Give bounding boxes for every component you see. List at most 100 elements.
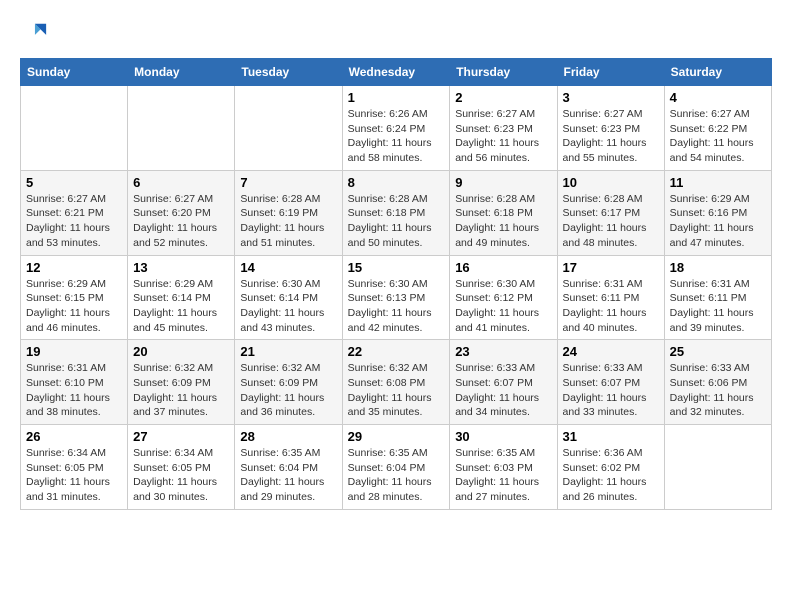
day-number: 18: [670, 260, 766, 275]
day-cell: 8 Sunrise: 6:28 AM Sunset: 6:18 PM Daylig…: [342, 170, 450, 255]
day-cell: 5Sunrise: 6:27 AM Sunset: 6:21 PM Daylig…: [21, 170, 128, 255]
day-info: Sunrise: 6:29 AM Sunset: 6:14 PM Dayligh…: [133, 277, 229, 336]
day-number: 15: [348, 260, 445, 275]
day-info: Sunrise: 6:30 AM Sunset: 6:14 PM Dayligh…: [240, 277, 336, 336]
day-info: Sunrise: 6:32 AM Sunset: 6:09 PM Dayligh…: [133, 361, 229, 420]
day-info: Sunrise: 6:35 AM Sunset: 6:04 PM Dayligh…: [348, 446, 445, 505]
header-row: SundayMondayTuesdayWednesdayThursdayFrid…: [21, 59, 772, 86]
day-cell: 27 Sunrise: 6:34 AM Sunset: 6:05 PM Dayli…: [128, 425, 235, 510]
day-cell: 18 Sunrise: 6:31 AM Sunset: 6:11 PM Dayli…: [664, 255, 771, 340]
day-cell: 10Sunrise: 6:28 AM Sunset: 6:17 PM Dayli…: [557, 170, 664, 255]
day-info: Sunrise: 6:33 AM Sunset: 6:07 PM Dayligh…: [455, 361, 551, 420]
day-number: 23: [455, 344, 551, 359]
week-row-3: 12 Sunrise: 6:29 AM Sunset: 6:15 PM Dayli…: [21, 255, 772, 340]
day-number: 2: [455, 90, 551, 105]
day-info: Sunrise: 6:30 AM Sunset: 6:13 PM Dayligh…: [348, 277, 445, 336]
day-header-saturday: Saturday: [664, 59, 771, 86]
day-cell: 20 Sunrise: 6:32 AM Sunset: 6:09 PM Dayli…: [128, 340, 235, 425]
day-number: 29: [348, 429, 445, 444]
day-number: 22: [348, 344, 445, 359]
day-cell: 30Sunrise: 6:35 AM Sunset: 6:03 PM Dayli…: [450, 425, 557, 510]
calendar-table: SundayMondayTuesdayWednesdayThursdayFrid…: [20, 58, 772, 510]
day-number: 25: [670, 344, 766, 359]
day-header-thursday: Thursday: [450, 59, 557, 86]
day-info: Sunrise: 6:31 AM Sunset: 6:11 PM Dayligh…: [563, 277, 659, 336]
day-number: 14: [240, 260, 336, 275]
day-info: Sunrise: 6:34 AM Sunset: 6:05 PM Dayligh…: [133, 446, 229, 505]
page-header: [20, 20, 772, 48]
day-info: Sunrise: 6:32 AM Sunset: 6:08 PM Dayligh…: [348, 361, 445, 420]
day-cell: 14 Sunrise: 6:30 AM Sunset: 6:14 PM Dayli…: [235, 255, 342, 340]
day-info: Sunrise: 6:31 AM Sunset: 6:11 PM Dayligh…: [670, 277, 766, 336]
day-info: Sunrise: 6:29 AM Sunset: 6:16 PM Dayligh…: [670, 192, 766, 251]
day-cell: 12 Sunrise: 6:29 AM Sunset: 6:15 PM Dayli…: [21, 255, 128, 340]
day-number: 13: [133, 260, 229, 275]
day-number: 1: [348, 90, 445, 105]
day-info: Sunrise: 6:31 AM Sunset: 6:10 PM Dayligh…: [26, 361, 122, 420]
day-cell: 24 Sunrise: 6:33 AM Sunset: 6:07 PM Dayli…: [557, 340, 664, 425]
day-cell: 2 Sunrise: 6:27 AM Sunset: 6:23 PM Daylig…: [450, 86, 557, 171]
day-number: 24: [563, 344, 659, 359]
day-info: Sunrise: 6:35 AM Sunset: 6:04 PM Dayligh…: [240, 446, 336, 505]
day-number: 8: [348, 175, 445, 190]
day-info: Sunrise: 6:27 AM Sunset: 6:20 PM Dayligh…: [133, 192, 229, 251]
day-info: Sunrise: 6:36 AM Sunset: 6:02 PM Dayligh…: [563, 446, 659, 505]
day-info: Sunrise: 6:34 AM Sunset: 6:05 PM Dayligh…: [26, 446, 122, 505]
day-info: Sunrise: 6:27 AM Sunset: 6:23 PM Dayligh…: [563, 107, 659, 166]
day-number: 7: [240, 175, 336, 190]
day-info: Sunrise: 6:35 AM Sunset: 6:03 PM Dayligh…: [455, 446, 551, 505]
week-row-2: 5Sunrise: 6:27 AM Sunset: 6:21 PM Daylig…: [21, 170, 772, 255]
day-info: Sunrise: 6:33 AM Sunset: 6:06 PM Dayligh…: [670, 361, 766, 420]
day-cell: 26 Sunrise: 6:34 AM Sunset: 6:05 PM Dayli…: [21, 425, 128, 510]
day-cell: 13 Sunrise: 6:29 AM Sunset: 6:14 PM Dayli…: [128, 255, 235, 340]
day-cell: [235, 86, 342, 171]
day-header-sunday: Sunday: [21, 59, 128, 86]
day-number: 27: [133, 429, 229, 444]
day-header-monday: Monday: [128, 59, 235, 86]
day-info: Sunrise: 6:28 AM Sunset: 6:18 PM Dayligh…: [348, 192, 445, 251]
day-cell: 29 Sunrise: 6:35 AM Sunset: 6:04 PM Dayli…: [342, 425, 450, 510]
day-number: 21: [240, 344, 336, 359]
day-number: 4: [670, 90, 766, 105]
day-number: 11: [670, 175, 766, 190]
day-cell: 16 Sunrise: 6:30 AM Sunset: 6:12 PM Dayli…: [450, 255, 557, 340]
day-info: Sunrise: 6:26 AM Sunset: 6:24 PM Dayligh…: [348, 107, 445, 166]
day-info: Sunrise: 6:27 AM Sunset: 6:23 PM Dayligh…: [455, 107, 551, 166]
day-header-wednesday: Wednesday: [342, 59, 450, 86]
week-row-4: 19 Sunrise: 6:31 AM Sunset: 6:10 PM Dayli…: [21, 340, 772, 425]
day-number: 31: [563, 429, 659, 444]
day-cell: 22 Sunrise: 6:32 AM Sunset: 6:08 PM Dayli…: [342, 340, 450, 425]
day-info: Sunrise: 6:33 AM Sunset: 6:07 PM Dayligh…: [563, 361, 659, 420]
day-number: 9: [455, 175, 551, 190]
day-cell: 17Sunrise: 6:31 AM Sunset: 6:11 PM Dayli…: [557, 255, 664, 340]
day-info: Sunrise: 6:27 AM Sunset: 6:22 PM Dayligh…: [670, 107, 766, 166]
logo-icon: [20, 20, 48, 48]
day-cell: 21Sunrise: 6:32 AM Sunset: 6:09 PM Dayli…: [235, 340, 342, 425]
day-number: 28: [240, 429, 336, 444]
day-number: 10: [563, 175, 659, 190]
day-number: 19: [26, 344, 122, 359]
day-info: Sunrise: 6:27 AM Sunset: 6:21 PM Dayligh…: [26, 192, 122, 251]
day-cell: 19 Sunrise: 6:31 AM Sunset: 6:10 PM Dayli…: [21, 340, 128, 425]
day-number: 12: [26, 260, 122, 275]
day-number: 20: [133, 344, 229, 359]
day-cell: 31 Sunrise: 6:36 AM Sunset: 6:02 PM Dayli…: [557, 425, 664, 510]
day-header-friday: Friday: [557, 59, 664, 86]
day-info: Sunrise: 6:29 AM Sunset: 6:15 PM Dayligh…: [26, 277, 122, 336]
day-number: 6: [133, 175, 229, 190]
day-cell: 25 Sunrise: 6:33 AM Sunset: 6:06 PM Dayli…: [664, 340, 771, 425]
day-cell: [128, 86, 235, 171]
day-cell: 28 Sunrise: 6:35 AM Sunset: 6:04 PM Dayli…: [235, 425, 342, 510]
day-number: 26: [26, 429, 122, 444]
day-cell: 1 Sunrise: 6:26 AM Sunset: 6:24 PM Daylig…: [342, 86, 450, 171]
week-row-1: 1 Sunrise: 6:26 AM Sunset: 6:24 PM Daylig…: [21, 86, 772, 171]
day-cell: 11 Sunrise: 6:29 AM Sunset: 6:16 PM Dayli…: [664, 170, 771, 255]
week-row-5: 26 Sunrise: 6:34 AM Sunset: 6:05 PM Dayli…: [21, 425, 772, 510]
day-number: 16: [455, 260, 551, 275]
day-cell: 3Sunrise: 6:27 AM Sunset: 6:23 PM Daylig…: [557, 86, 664, 171]
day-info: Sunrise: 6:30 AM Sunset: 6:12 PM Dayligh…: [455, 277, 551, 336]
day-cell: 9Sunrise: 6:28 AM Sunset: 6:18 PM Daylig…: [450, 170, 557, 255]
day-cell: 7Sunrise: 6:28 AM Sunset: 6:19 PM Daylig…: [235, 170, 342, 255]
day-cell: [21, 86, 128, 171]
day-cell: 15 Sunrise: 6:30 AM Sunset: 6:13 PM Dayli…: [342, 255, 450, 340]
